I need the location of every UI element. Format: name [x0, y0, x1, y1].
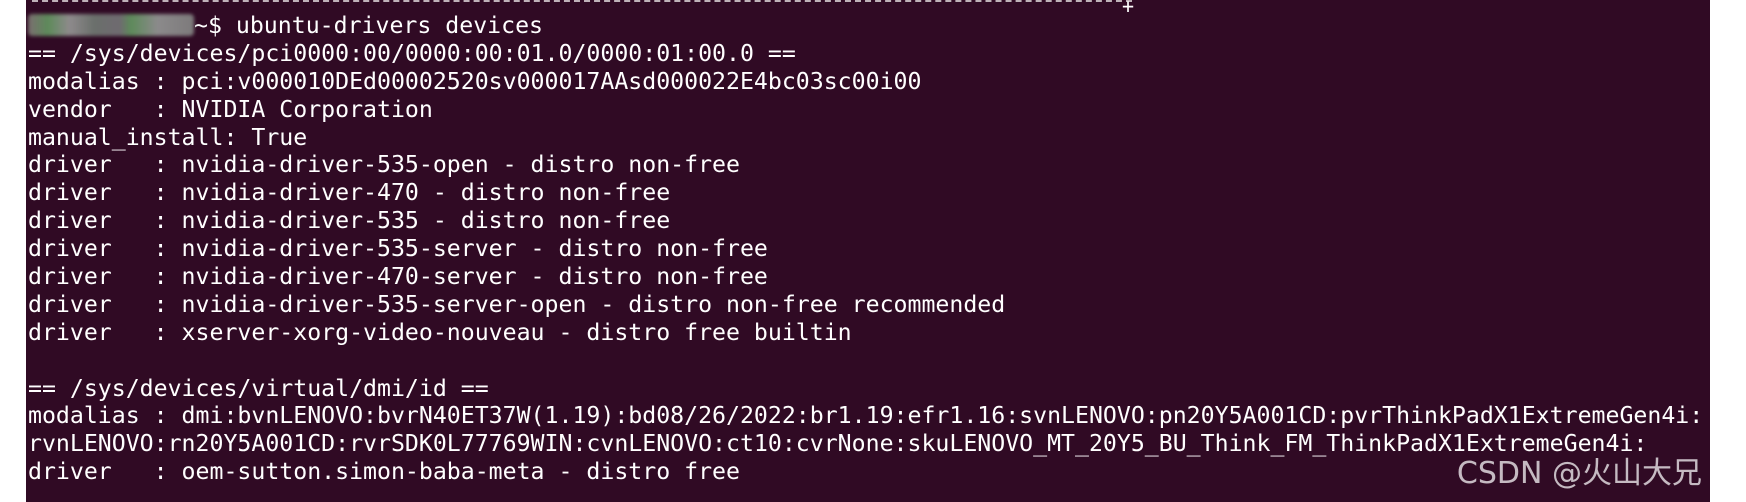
output-line: driver : nvidia-driver-535 - distro non-…	[28, 207, 671, 235]
command-line: ~$ ubuntu-drivers devices	[28, 12, 1703, 40]
output-line: driver : nvidia-driver-535-server - dist…	[28, 235, 768, 263]
output-line: driver : nvidia-driver-470 - distro non-…	[28, 179, 671, 207]
watermark: CSDN @火山大兄	[1456, 456, 1702, 491]
output-line: rvnLENOVO:rn20Y5A001CD:rvrSDK0L77769WIN:…	[28, 430, 1648, 458]
output-line: modalias : dmi:bvnLENOVO:bvrN40ET37W(1.1…	[28, 402, 1704, 430]
output-line: manual_install: True	[28, 123, 308, 151]
prompt-tail: ~$	[194, 12, 236, 39]
top-divider	[32, 0, 1132, 4]
output-line: driver : oem-sutton.simon-baba-meta - di…	[28, 458, 740, 486]
output-line: driver : nvidia-driver-535-server-open -…	[28, 290, 1006, 318]
output-line: driver : nvidia-driver-535-open - distro…	[28, 151, 740, 179]
output-line: driver : xserver-xorg-video-nouveau - di…	[28, 318, 852, 346]
output-line: vendor : NVIDIA Corporation	[28, 95, 433, 123]
output-line: modalias : pci:v000010DEd00002520sv00001…	[28, 67, 922, 95]
command-text: ubuntu-drivers devices	[235, 12, 544, 39]
output-line: == /sys/devices/pci0000:00/0000:00:01.0/…	[28, 39, 796, 67]
output-line: driver : nvidia-driver-470-server - dist…	[28, 263, 768, 291]
output-line: == /sys/devices/virtual/dmi/id ==	[28, 374, 489, 402]
terminal-window[interactable]: + ~$ ubuntu-drivers devices == /sys/devic…	[26, 0, 1710, 502]
terminal-output[interactable]: ~$ ubuntu-drivers devices == /sys/devices…	[28, 12, 1703, 486]
blurred-username	[28, 14, 194, 36]
